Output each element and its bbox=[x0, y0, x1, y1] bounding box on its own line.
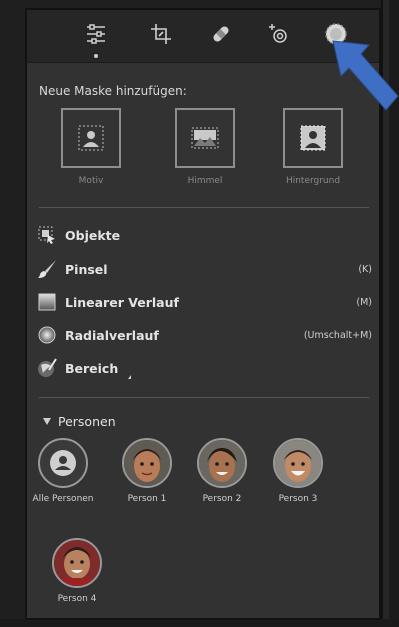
person-4[interactable]: Person 4 bbox=[39, 538, 115, 604]
bottom-bar bbox=[0, 619, 399, 627]
subject-mask-button[interactable] bbox=[61, 108, 121, 168]
brush-shortcut: (K) bbox=[358, 263, 372, 275]
subject-mask-label: Motiv bbox=[78, 176, 104, 186]
collapse-triangle-icon bbox=[43, 418, 51, 425]
menu-item-radial-gradient[interactable]: Radialverlauf (Umschalt+M) bbox=[37, 324, 372, 346]
menu-item-range[interactable]: Bereich bbox=[37, 357, 372, 379]
radial-gradient-label: Radialverlauf bbox=[65, 327, 159, 343]
linear-gradient-icon bbox=[37, 292, 57, 312]
edit-sliders-icon[interactable] bbox=[82, 20, 110, 48]
person-4-label: Person 4 bbox=[57, 594, 97, 604]
persons-title: Personen bbox=[58, 414, 116, 429]
tool-strip bbox=[27, 10, 379, 63]
person-all[interactable]: Alle Personen bbox=[25, 438, 101, 504]
sky-mask-label: Himmel bbox=[187, 176, 223, 186]
background-icon bbox=[300, 125, 326, 151]
crop-icon[interactable] bbox=[147, 20, 175, 48]
annotation-arrow bbox=[332, 40, 399, 111]
red-eye-icon[interactable] bbox=[265, 20, 293, 48]
all-persons-avatar bbox=[38, 438, 88, 488]
add-mask-title: Neue Maske hinzufügen: bbox=[39, 84, 187, 98]
person-2-avatar bbox=[197, 438, 247, 488]
linear-gradient-label: Linearer Verlauf bbox=[65, 294, 179, 310]
background-mask-label: Hintergrund bbox=[285, 176, 341, 186]
person-2-label: Person 2 bbox=[202, 494, 242, 504]
menu-item-objects[interactable]: Objekte bbox=[37, 224, 372, 246]
persons-section-toggle[interactable]: Personen bbox=[43, 414, 116, 429]
masking-panel: Neue Maske hinzufügen: Motiv Himmel Hint… bbox=[25, 8, 381, 620]
healing-bandage-icon[interactable] bbox=[207, 20, 235, 48]
linear-gradient-shortcut: (M) bbox=[356, 296, 372, 308]
person-3-label: Person 3 bbox=[278, 494, 318, 504]
menu-item-brush[interactable]: Pinsel (K) bbox=[37, 258, 372, 280]
menu-item-linear-gradient[interactable]: Linearer Verlauf (M) bbox=[37, 291, 372, 313]
person-4-avatar bbox=[52, 538, 102, 588]
brush-label: Pinsel bbox=[65, 261, 108, 277]
subject-icon bbox=[78, 125, 104, 151]
person-2[interactable]: Person 2 bbox=[184, 438, 260, 504]
brush-icon bbox=[37, 259, 57, 279]
person-silhouette-icon bbox=[50, 450, 76, 476]
range-dropdown-indicator[interactable] bbox=[128, 375, 131, 379]
person-all-label: Alle Personen bbox=[32, 494, 94, 504]
radial-gradient-shortcut: (Umschalt+M) bbox=[303, 329, 372, 341]
sky-mask-button[interactable] bbox=[175, 108, 235, 168]
person-1-avatar bbox=[122, 438, 172, 488]
divider-2 bbox=[39, 397, 369, 398]
person-3[interactable]: Person 3 bbox=[260, 438, 336, 504]
person-3-avatar bbox=[273, 438, 323, 488]
objects-label: Objekte bbox=[65, 227, 121, 243]
range-label: Bereich bbox=[65, 360, 119, 376]
person-1-label: Person 1 bbox=[127, 494, 167, 504]
divider-1 bbox=[39, 207, 369, 208]
objects-icon bbox=[37, 225, 57, 245]
active-tool-indicator bbox=[94, 54, 98, 58]
person-1[interactable]: Person 1 bbox=[109, 438, 185, 504]
sky-icon bbox=[191, 127, 219, 149]
radial-gradient-icon bbox=[37, 325, 57, 345]
range-icon bbox=[37, 358, 57, 378]
